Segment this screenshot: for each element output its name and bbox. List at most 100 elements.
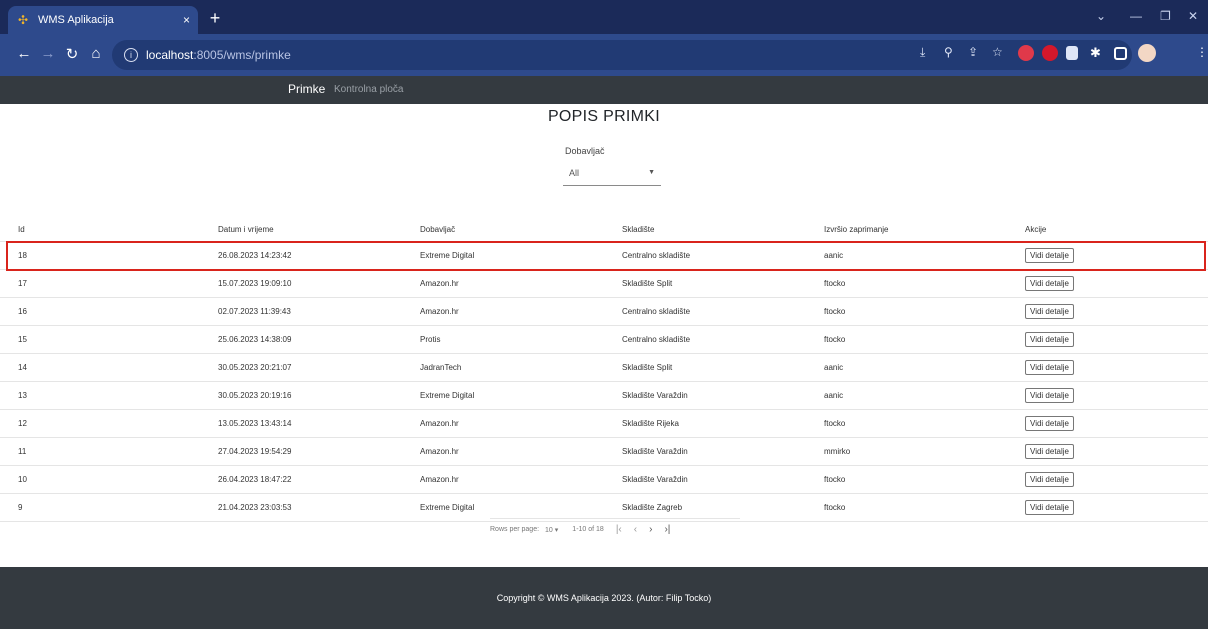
cell-received-by: aanic	[824, 391, 844, 400]
new-tab-button[interactable]: +	[204, 9, 226, 29]
reload-icon[interactable]: ↻	[62, 45, 82, 63]
table-row: 17 15.07.2023 19:09:10 Amazon.hr Skladiš…	[0, 270, 1208, 298]
cell-actions: Vidi detalje	[1025, 466, 1074, 493]
cell-id: 15	[18, 335, 27, 344]
header-warehouse[interactable]: Skladište	[622, 218, 654, 241]
view-details-button[interactable]: Vidi detalje	[1025, 360, 1074, 375]
cell-datetime: 02.07.2023 11:39:43	[218, 307, 291, 316]
cell-supplier: Protis	[420, 335, 441, 344]
nav-link-kontrolna-ploca[interactable]: Kontrolna ploča	[334, 84, 404, 95]
cell-id: 16	[18, 307, 27, 316]
pagination-range: 1-10 of 18	[572, 526, 604, 533]
cell-warehouse: Skladište Varaždin	[622, 447, 688, 456]
cell-datetime: 15.07.2023 19:09:10	[218, 279, 292, 288]
nav-brand-primke[interactable]: Primke	[288, 82, 325, 96]
cell-warehouse: Centralno skladište	[622, 307, 691, 316]
table-row: 14 30.05.2023 20:21:07 JadranTech Skladi…	[0, 354, 1208, 382]
last-page-icon[interactable]: ›|	[664, 524, 670, 535]
cell-datetime: 30.05.2023 20:21:07	[218, 363, 292, 372]
view-details-button[interactable]: Vidi detalje	[1025, 388, 1074, 403]
extension-red-circle-icon[interactable]	[1018, 45, 1034, 61]
table-row: 12 13.05.2023 13:43:14 Amazon.hr Skladiš…	[0, 410, 1208, 438]
home-icon[interactable]: ⌂	[86, 45, 106, 62]
back-icon[interactable]: ←	[14, 45, 34, 62]
cell-supplier: Extreme Digital	[420, 251, 475, 260]
cell-supplier: Amazon.hr	[420, 447, 459, 456]
table-header-row: Id Datum i vrijeme Dobavljač Skladište I…	[0, 218, 1208, 242]
browser-tab-bar: ✣ WMS Aplikacija × + ⌄ — ❐ ✕	[0, 0, 1208, 34]
header-actions: Akcije	[1025, 225, 1047, 234]
cell-received-by: mmirko	[824, 447, 851, 456]
zoom-icon[interactable]: ⚲	[944, 45, 960, 61]
restore-icon[interactable]: ❐	[1160, 9, 1171, 23]
forward-icon[interactable]: →	[38, 45, 58, 62]
view-details-button[interactable]: Vidi detalje	[1025, 332, 1074, 347]
extension-doc-icon[interactable]	[1066, 46, 1078, 60]
cell-supplier: Amazon.hr	[420, 419, 459, 428]
rows-per-page-value: 10	[545, 526, 553, 534]
header-id[interactable]: Id	[18, 218, 25, 241]
share-icon[interactable]: ⇪	[968, 45, 984, 61]
cell-id: 10	[18, 475, 27, 484]
profile-avatar[interactable]	[1138, 44, 1156, 62]
cell-id: 11	[18, 447, 27, 456]
table-row: 16 02.07.2023 11:39:43 Amazon.hr Central…	[0, 298, 1208, 326]
cell-id: 12	[18, 419, 27, 428]
view-details-button[interactable]: Vidi detalje	[1025, 276, 1074, 291]
cell-datetime: 27.04.2023 19:54:29	[218, 447, 292, 456]
minimize-icon[interactable]: —	[1130, 9, 1142, 23]
table-row: 13 30.05.2023 20:19:16 Extreme Digital S…	[0, 382, 1208, 410]
header-supplier[interactable]: Dobavljač	[420, 218, 455, 241]
window-close-icon[interactable]: ✕	[1188, 9, 1198, 23]
cell-datetime: 26.04.2023 18:47:22	[218, 475, 292, 484]
prev-page-icon[interactable]: ‹	[634, 524, 637, 535]
side-panel-icon[interactable]	[1114, 47, 1127, 60]
browser-menu-icon[interactable]: ⋮	[1196, 45, 1208, 61]
cell-warehouse: Centralno skladište	[622, 251, 691, 260]
rows-per-page-arrow-icon: ▾	[554, 526, 559, 534]
cell-actions: Vidi detalje	[1025, 354, 1074, 381]
next-page-icon[interactable]: ›	[649, 524, 652, 535]
site-info-icon[interactable]: i	[124, 48, 138, 62]
view-details-button[interactable]: Vidi detalje	[1025, 416, 1074, 431]
browser-tab[interactable]: ✣ WMS Aplikacija ×	[8, 6, 198, 34]
dropdown-arrow-icon: ▼	[648, 169, 655, 176]
cell-supplier: Amazon.hr	[420, 279, 459, 288]
cell-received-by: aanic	[824, 251, 844, 260]
cell-actions: Vidi detalje	[1025, 270, 1074, 297]
header-received-by[interactable]: Izvršio zaprimanje	[824, 218, 888, 241]
cell-id: 17	[18, 279, 27, 288]
view-details-button[interactable]: Vidi detalje	[1025, 500, 1074, 515]
tab-title: WMS Aplikacija	[38, 14, 114, 26]
app-navbar: Primke Kontrolna ploča	[0, 76, 1208, 104]
install-app-icon[interactable]: ⤓	[920, 45, 936, 61]
tab-search-icon[interactable]: ⌄	[1096, 9, 1106, 23]
cell-datetime: 21.04.2023 23:03:53	[218, 503, 292, 512]
view-details-button[interactable]: Vidi detalje	[1025, 444, 1074, 459]
supplier-filter-label: Dobavljač	[565, 146, 605, 156]
extension-red-icon[interactable]	[1042, 45, 1058, 61]
cell-warehouse: Skladište Split	[622, 363, 673, 372]
cell-id: 9	[18, 503, 23, 512]
cell-warehouse: Centralno skladište	[622, 335, 691, 344]
extensions-puzzle-icon[interactable]: ✱	[1090, 45, 1106, 61]
cell-datetime: 30.05.2023 20:19:16	[218, 391, 292, 400]
cell-actions: Vidi detalje	[1025, 326, 1074, 353]
cell-datetime: 25.06.2023 14:38:09	[218, 335, 292, 344]
first-page-icon[interactable]: |‹	[616, 524, 622, 535]
url-host: localhost	[146, 48, 194, 62]
cell-supplier: Extreme Digital	[420, 503, 475, 512]
view-details-button[interactable]: Vidi detalje	[1025, 248, 1074, 263]
tab-close-icon[interactable]: ×	[183, 13, 190, 27]
page-footer: Copyright © WMS Aplikacija 2023. (Autor:…	[0, 567, 1208, 629]
supplier-filter-select[interactable]: All ▼	[563, 160, 661, 186]
view-details-button[interactable]: Vidi detalje	[1025, 304, 1074, 319]
cell-received-by: ftocko	[824, 335, 846, 344]
header-datetime[interactable]: Datum i vrijeme	[218, 218, 274, 241]
table-row: 11 27.04.2023 19:54:29 Amazon.hr Skladiš…	[0, 438, 1208, 466]
cell-received-by: ftocko	[824, 307, 846, 316]
view-details-button[interactable]: Vidi detalje	[1025, 472, 1074, 487]
bookmark-star-icon[interactable]: ☆	[992, 45, 1008, 61]
rows-per-page-select[interactable]: 10 ▾	[545, 526, 558, 534]
url-path: :8005/wms/primke	[193, 48, 291, 62]
